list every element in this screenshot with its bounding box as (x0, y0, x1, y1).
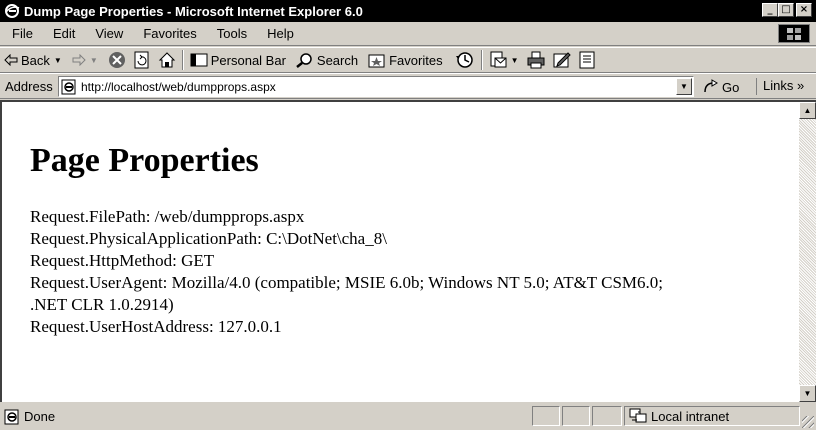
history-button[interactable] (455, 51, 475, 69)
toolbar-separator (181, 50, 184, 70)
go-button[interactable]: Go (702, 78, 739, 97)
browser-window: Dump Page Properties - Microsoft Interne… (0, 0, 816, 430)
edit-button[interactable] (553, 51, 571, 69)
status-panel (592, 406, 622, 426)
forward-dropdown-icon[interactable]: ▼ (90, 56, 98, 65)
resize-grip[interactable] (802, 416, 814, 428)
prop-file-path: Request.FilePath: /web/dumpprops.aspx (30, 207, 305, 226)
prop-http-method: Request.HttpMethod: GET (30, 251, 215, 270)
prop-user-agent-continued: .NET CLR 1.0.2914) (30, 295, 174, 314)
standard-toolbar: Back ▼ ▼ Personal Bar Search Favorites ▼ (0, 47, 816, 73)
search-icon (296, 52, 314, 68)
prop-user-agent: Request.UserAgent: Mozilla/4.0 (compatib… (30, 273, 664, 292)
maximize-button[interactable]: □ (778, 3, 794, 17)
window-title: Dump Page Properties - Microsoft Interne… (24, 3, 363, 19)
scroll-down-icon[interactable]: ▼ (799, 385, 816, 402)
page-content-area: Page Properties Request.FilePath: /web/d… (0, 100, 816, 402)
minimize-button[interactable]: _ (762, 3, 778, 17)
mail-icon (489, 51, 507, 69)
page-icon (61, 79, 77, 95)
forward-button[interactable]: ▼ (72, 54, 98, 66)
address-input[interactable]: http://localhost/web/dumpprops.aspx ▼ (58, 76, 694, 97)
back-button[interactable]: Back ▼ (4, 53, 62, 68)
menu-edit[interactable]: Edit (42, 26, 84, 41)
favorites-icon (368, 52, 386, 68)
intranet-icon (629, 408, 647, 424)
windows-logo-icon (778, 24, 810, 43)
print-icon (527, 51, 545, 69)
page-heading: Page Properties (30, 142, 259, 179)
title-bar[interactable]: Dump Page Properties - Microsoft Interne… (0, 0, 816, 22)
personal-bar-icon (190, 53, 208, 67)
menu-favorites[interactable]: Favorites (132, 26, 205, 41)
personal-bar-label: Personal Bar (210, 52, 286, 68)
go-label: Go (722, 80, 740, 95)
back-dropdown-icon[interactable]: ▼ (54, 56, 62, 65)
close-button[interactable]: × (796, 3, 812, 17)
discuss-icon (579, 51, 595, 69)
forward-arrow-icon (72, 54, 86, 66)
zone-label: Local intranet (651, 408, 730, 424)
address-url[interactable]: http://localhost/web/dumpprops.aspx (81, 80, 276, 94)
ie-logo-icon (4, 3, 20, 19)
mail-dropdown-icon[interactable]: ▼ (511, 56, 519, 65)
status-panel (562, 406, 590, 426)
menu-file[interactable]: File (0, 26, 42, 41)
discuss-button[interactable] (579, 51, 595, 69)
menu-bar: File Edit View Favorites Tools Help (0, 22, 816, 46)
home-button[interactable] (158, 51, 176, 69)
home-icon (158, 51, 176, 69)
personal-bar-button[interactable]: Personal Bar (190, 53, 286, 68)
edit-icon (553, 51, 571, 69)
stop-button[interactable] (108, 51, 126, 69)
address-dropdown-icon[interactable]: ▼ (676, 78, 692, 95)
security-zone[interactable]: Local intranet (624, 406, 800, 426)
stop-icon (108, 51, 126, 69)
back-arrow-icon (4, 54, 18, 66)
vertical-scrollbar[interactable]: ▲ ▼ (799, 102, 816, 402)
status-bar: Done Local intranet (0, 404, 816, 430)
refresh-icon (134, 51, 150, 69)
refresh-button[interactable] (134, 51, 150, 69)
menu-help[interactable]: Help (256, 26, 303, 41)
favorites-label: Favorites (389, 52, 443, 68)
links-button[interactable]: Links » (756, 78, 804, 95)
scroll-up-icon[interactable]: ▲ (799, 102, 816, 119)
go-arrow-icon (702, 78, 720, 97)
back-label: Back (21, 52, 50, 68)
prop-user-host-address: Request.UserHostAddress: 127.0.0.1 (30, 317, 282, 336)
menu-view[interactable]: View (84, 26, 132, 41)
print-button[interactable] (527, 51, 545, 69)
toolbar-separator (480, 50, 483, 70)
search-button[interactable]: Search (296, 52, 358, 68)
page-done-icon (4, 409, 20, 428)
mail-button[interactable]: ▼ (489, 51, 519, 69)
status-panel (532, 406, 560, 426)
menu-tools[interactable]: Tools (206, 26, 256, 41)
status-text: Done (24, 409, 56, 424)
prop-physical-application-path: Request.PhysicalApplicationPath: C:\DotN… (30, 229, 387, 248)
favorites-button[interactable]: Favorites (368, 52, 443, 68)
history-icon (455, 51, 475, 69)
search-label: Search (316, 52, 359, 68)
address-bar: Address http://localhost/web/dumpprops.a… (0, 73, 816, 99)
document-body: Page Properties Request.FilePath: /web/d… (30, 142, 663, 338)
address-label: Address (5, 79, 53, 94)
